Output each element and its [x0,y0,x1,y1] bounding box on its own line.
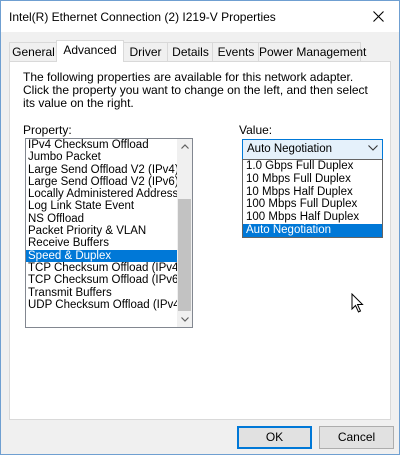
property-item[interactable]: TCP Checksum Offload (IPv4) [26,262,192,274]
value-option[interactable]: 1.0 Gbps Full Duplex [243,160,382,173]
properties-dialog: Intel(R) Ethernet Connection (2) I219-V … [0,0,400,455]
advanced-panel: The following properties are available f… [9,61,391,420]
value-option[interactable]: 100 Mbps Full Duplex [243,198,382,211]
property-item[interactable]: Large Send Offload V2 (IPv4) [26,164,192,176]
value-option[interactable]: 10 Mbps Full Duplex [243,173,382,186]
property-item[interactable]: Locally Administered Address [26,188,192,200]
value-combobox[interactable]: Auto Negotiation [242,139,383,160]
value-option[interactable]: 10 Mbps Half Duplex [243,186,382,199]
description-text: The following properties are available f… [23,70,368,110]
tab-power-management[interactable]: Power Management [258,42,366,61]
value-selected: Auto Negotiation [247,143,333,155]
property-listbox[interactable]: IPv4 Checksum Offload Jumbo Packet Large S… [25,138,193,328]
chevron-down-icon [368,145,378,151]
property-item[interactable]: Log Link State Event [26,200,192,212]
tab-details[interactable]: Details [167,42,214,61]
listbox-scrollbar[interactable] [177,139,192,327]
property-item[interactable]: Packet Priority & VLAN [26,225,192,237]
value-dropdown-list[interactable]: 1.0 Gbps Full Duplex 10 Mbps Full Duplex 1… [242,159,383,238]
value-option[interactable]: 100 Mbps Half Duplex [243,211,382,224]
scroll-down-button[interactable] [177,312,192,327]
tab-events[interactable]: Events [212,42,260,61]
chevron-down-icon [180,317,189,322]
property-item[interactable]: TCP Checksum Offload (IPv6) [26,274,192,286]
property-list: IPv4 Checksum Offload Jumbo Packet Large S… [26,139,192,311]
property-label: Property: [23,123,72,137]
property-item[interactable]: IPv4 Checksum Offload [26,139,192,151]
property-item[interactable]: Transmit Buffers [26,287,192,299]
scroll-up-button[interactable] [177,139,192,154]
chevron-up-icon [180,144,189,149]
ok-button[interactable]: OK [237,426,312,449]
close-icon [372,10,384,22]
tab-general[interactable]: General [9,42,58,61]
tab-advanced[interactable]: Advanced [56,40,124,62]
property-item[interactable]: Speed & Duplex [26,249,192,262]
property-item[interactable]: Receive Buffers [26,237,192,249]
property-item[interactable]: Large Send Offload V2 (IPv6) [26,176,192,188]
tab-driver[interactable]: Driver [122,42,169,61]
property-item[interactable]: NS Offload [26,213,192,225]
property-item[interactable]: UDP Checksum Offload (IPv4) [26,299,192,311]
cancel-button[interactable]: Cancel [319,426,394,449]
value-option[interactable]: Auto Negotiation [243,223,382,237]
title-bar[interactable]: Intel(R) Ethernet Connection (2) I219-V … [1,1,399,32]
close-button[interactable] [363,4,393,28]
property-item[interactable]: Jumbo Packet [26,151,192,163]
mouse-cursor-icon [351,293,364,313]
scroll-thumb[interactable] [178,199,191,311]
window-title: Intel(R) Ethernet Connection (2) I219-V … [9,10,276,24]
value-label: Value: [239,123,273,137]
